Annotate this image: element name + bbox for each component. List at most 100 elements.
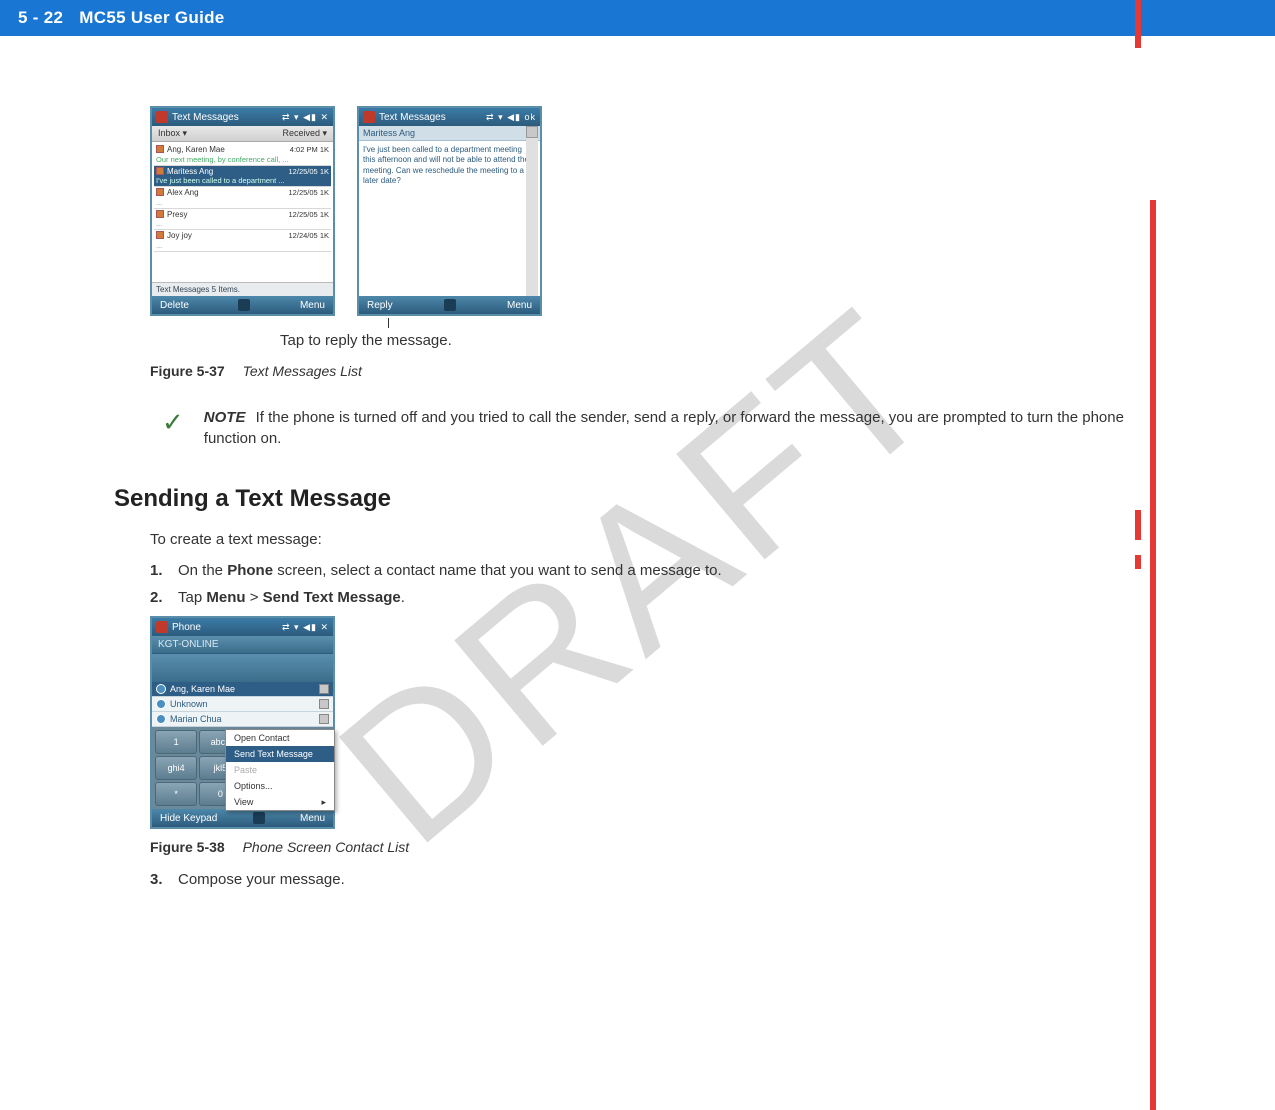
sender: Alex Ang bbox=[167, 188, 199, 197]
key-4[interactable]: ghi4 bbox=[155, 756, 197, 780]
contact-icon bbox=[156, 714, 166, 724]
keyboard-icon[interactable] bbox=[253, 812, 265, 824]
softkey-bar: Reply Menu bbox=[359, 296, 540, 314]
mail-icon bbox=[156, 231, 164, 239]
step-3: 3. Compose your message. bbox=[150, 871, 1155, 888]
hide-keypad-button[interactable]: Hide Keypad bbox=[160, 813, 217, 824]
contact-name: Unknown bbox=[170, 699, 208, 709]
menu-options[interactable]: Options... bbox=[226, 778, 334, 794]
inbox-screenshot: Text Messages ⇄ ▾ ◀▮ ✕ Inbox ▾ Received … bbox=[150, 106, 335, 316]
key-star[interactable]: * bbox=[155, 782, 197, 806]
scrollbar[interactable] bbox=[526, 126, 538, 296]
callout-text: Tap to reply the message. bbox=[280, 322, 1155, 349]
scroll-handle[interactable] bbox=[319, 684, 329, 694]
intro-text: To create a text message: bbox=[150, 531, 1155, 548]
mail-icon bbox=[156, 188, 164, 196]
start-icon bbox=[156, 621, 168, 633]
figure-caption: Figure 5-38 Phone Screen Contact List bbox=[150, 839, 1155, 855]
msg-size: 1K bbox=[320, 145, 329, 154]
checkmark-icon: ✓ bbox=[162, 407, 184, 438]
msg-preview: ... bbox=[156, 198, 329, 207]
msg-preview: I've just been called to a department ..… bbox=[156, 176, 329, 185]
msg-size: 1K bbox=[320, 210, 329, 219]
step-2: 2. Tap Menu > Send Text Message. bbox=[150, 589, 1155, 606]
menu-button[interactable]: Menu bbox=[300, 813, 325, 824]
figure-desc: Phone Screen Contact List bbox=[243, 839, 410, 855]
chevron-right-icon: ▸ bbox=[321, 797, 326, 808]
message-row[interactable]: Presy12/25/05 1K ... bbox=[154, 209, 331, 231]
bold-term: Send Text Message bbox=[263, 589, 401, 606]
delete-button[interactable]: Delete bbox=[160, 300, 189, 311]
contact-icon bbox=[156, 699, 166, 709]
message-row-selected[interactable]: Maritess Ang 12/25/05 1K I've just been c… bbox=[154, 166, 331, 188]
msg-preview: Our next meeting, by conference call, ..… bbox=[156, 155, 329, 164]
figure-caption: Figure 5-37 Text Messages List bbox=[150, 363, 1155, 379]
bold-term: Phone bbox=[227, 562, 273, 579]
contact-row[interactable]: Marian Chua bbox=[152, 712, 333, 727]
msg-preview: ... bbox=[156, 241, 329, 250]
mail-icon bbox=[156, 167, 164, 175]
window-title: Text Messages bbox=[379, 112, 482, 123]
msg-size: 1K bbox=[320, 167, 329, 176]
step-text: Tap Menu > Send Text Message. bbox=[178, 589, 1155, 606]
menu-button[interactable]: Menu bbox=[507, 300, 532, 311]
message-body: I've just been called to a department me… bbox=[359, 141, 540, 296]
menu-open-contact[interactable]: Open Contact bbox=[226, 730, 334, 746]
start-icon bbox=[156, 111, 168, 123]
doc-title: MC55 User Guide bbox=[79, 8, 224, 28]
menu-paste: Paste bbox=[226, 762, 334, 778]
window-title: Text Messages bbox=[172, 112, 278, 123]
note-block: ✓ NOTE If the phone is turned off and yo… bbox=[150, 407, 1155, 449]
window-titlebar: Phone ⇄ ▾ ◀▮ ✕ bbox=[152, 618, 333, 636]
window-title: Phone bbox=[172, 622, 278, 633]
sender: Joy joy bbox=[167, 231, 192, 240]
msg-size: 1K bbox=[320, 188, 329, 197]
figure-label: Figure 5-37 bbox=[150, 363, 225, 379]
figure-desc: Text Messages List bbox=[243, 363, 362, 379]
key-1[interactable]: 1 bbox=[155, 730, 197, 754]
section-heading: Sending a Text Message bbox=[114, 485, 1155, 513]
page-number: 5 - 22 bbox=[18, 8, 63, 28]
keyboard-icon[interactable] bbox=[238, 299, 250, 311]
menu-button[interactable]: Menu bbox=[300, 300, 325, 311]
bold-term: Menu bbox=[206, 589, 245, 606]
contact-row-selected[interactable]: Ang, Karen Mae bbox=[152, 682, 333, 697]
phone-keypad: 1 abc2 def3 ← ghi4 jkl5 pqrs7 tuv8 * 0 O… bbox=[152, 727, 333, 809]
step-text: Compose your message. bbox=[178, 871, 1155, 888]
scroll-handle[interactable] bbox=[319, 714, 329, 724]
step-number: 3. bbox=[150, 871, 178, 888]
scroll-handle[interactable] bbox=[319, 699, 329, 709]
message-list: Ang, Karen Mae4:02 PM 1K Our next meetin… bbox=[152, 142, 333, 282]
context-menu: Open Contact Send Text Message Paste Opt… bbox=[225, 729, 335, 811]
msg-preview: ... bbox=[156, 219, 329, 228]
menu-send-text[interactable]: Send Text Message bbox=[226, 746, 334, 762]
received-time: 12/25/05 bbox=[289, 167, 318, 176]
mail-icon bbox=[156, 210, 164, 218]
inbox-toolbar: Inbox ▾ Received ▾ bbox=[152, 126, 333, 142]
status-bar: Text Messages 5 Items. bbox=[152, 282, 333, 296]
softkey-bar: Delete Menu bbox=[152, 296, 333, 314]
step-number: 2. bbox=[150, 589, 178, 606]
softkey-bar: Hide Keypad Menu bbox=[152, 809, 333, 827]
folder-dropdown[interactable]: Inbox ▾ bbox=[158, 128, 187, 139]
sender: Ang, Karen Mae bbox=[167, 145, 225, 154]
keyboard-icon[interactable] bbox=[444, 299, 456, 311]
sender: Maritess Ang bbox=[167, 167, 213, 176]
reply-button[interactable]: Reply bbox=[367, 300, 393, 311]
sort-dropdown[interactable]: Received ▾ bbox=[282, 128, 327, 139]
message-screenshot: Text Messages ⇄ ▾ ◀▮ ok Maritess Ang I'v… bbox=[357, 106, 542, 316]
contact-name: Ang, Karen Mae bbox=[170, 684, 235, 694]
system-tray-icons: ⇄ ▾ ◀▮ ✕ bbox=[282, 112, 329, 123]
message-row[interactable]: Ang, Karen Mae4:02 PM 1K Our next meetin… bbox=[154, 144, 331, 166]
carrier-spacer bbox=[152, 654, 333, 682]
contact-row[interactable]: Unknown bbox=[152, 697, 333, 712]
message-row[interactable]: Joy joy12/24/05 1K ... bbox=[154, 230, 331, 252]
message-row[interactable]: Alex Ang12/25/05 1K ... bbox=[154, 187, 331, 209]
menu-view[interactable]: View▸ bbox=[226, 794, 334, 810]
note-text: NOTE If the phone is turned off and you … bbox=[204, 407, 1155, 449]
carrier-label: KGT-ONLINE bbox=[152, 636, 333, 654]
page-header: 5 - 22 MC55 User Guide bbox=[0, 0, 1275, 36]
contact-list: Ang, Karen Mae Unknown Marian Chua bbox=[152, 682, 333, 727]
note-body: If the phone is turned off and you tried… bbox=[204, 409, 1124, 447]
scroll-up-icon[interactable] bbox=[526, 126, 538, 138]
